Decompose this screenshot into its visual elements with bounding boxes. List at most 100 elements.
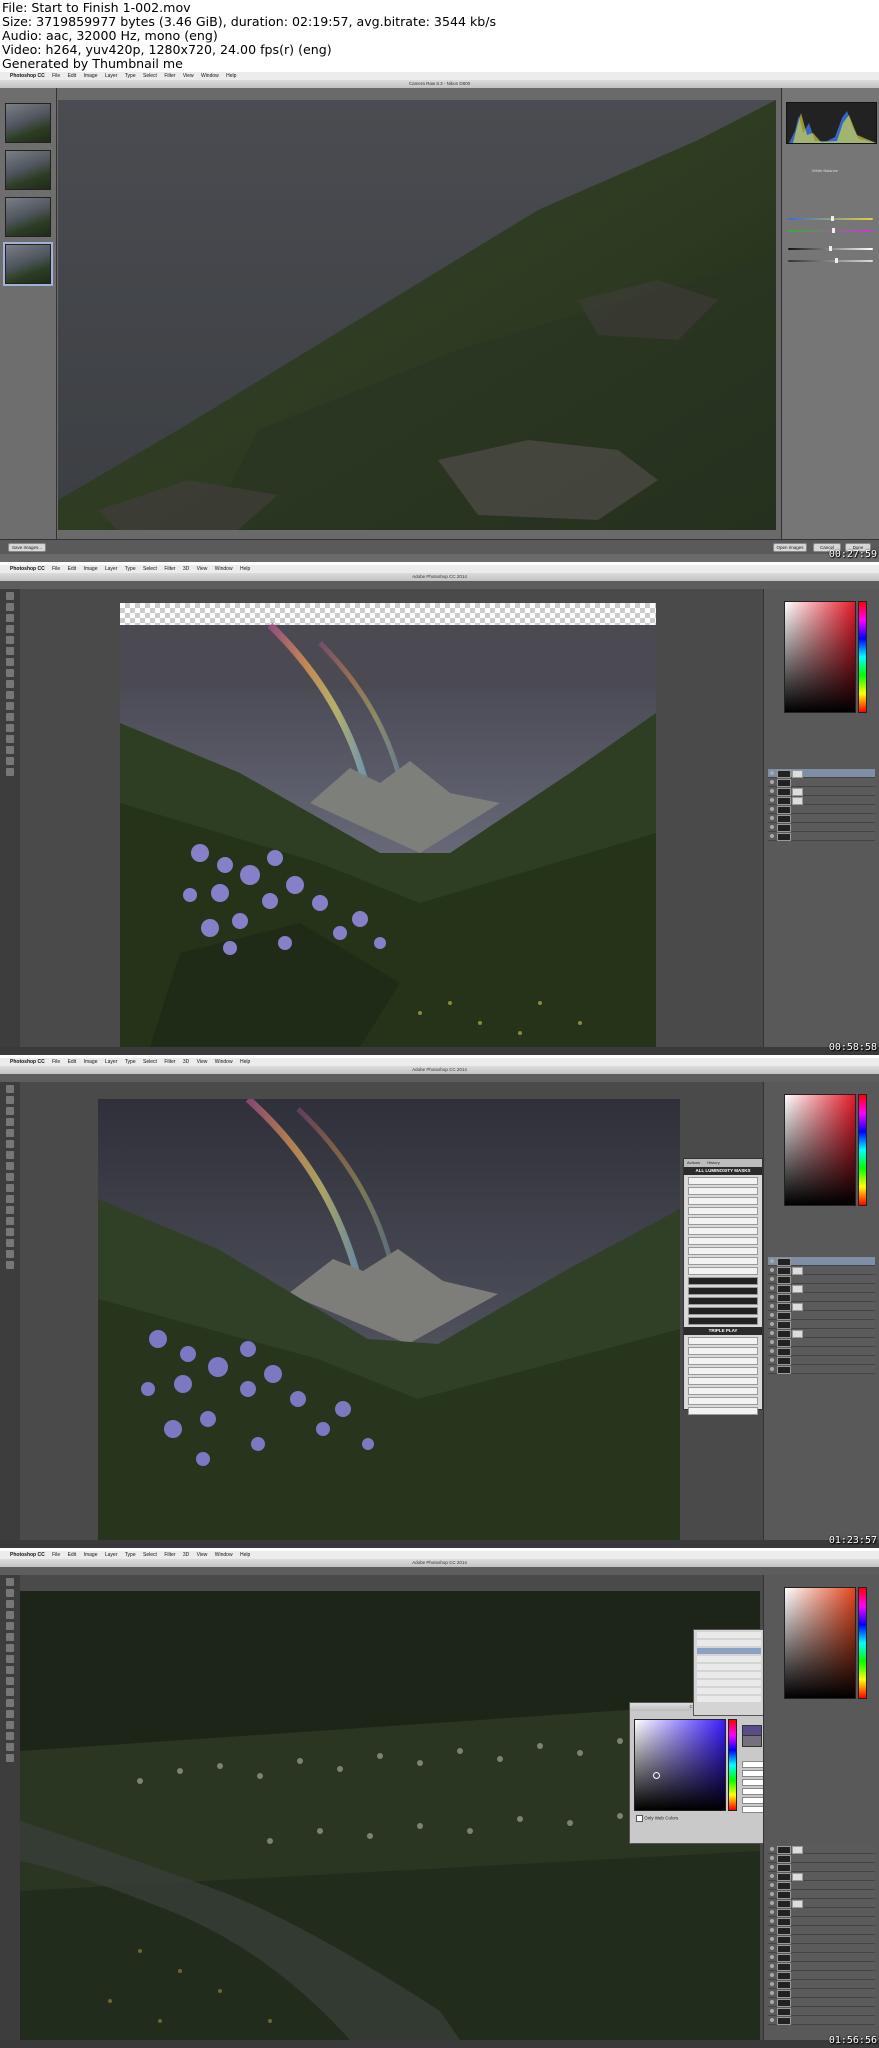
hue-slider[interactable] bbox=[858, 1094, 867, 1206]
hue-slider[interactable] bbox=[858, 1587, 867, 1699]
menu-select[interactable]: Select bbox=[143, 73, 157, 79]
menu-edit[interactable]: Edit bbox=[68, 566, 77, 572]
gradient-tool-icon[interactable] bbox=[6, 1206, 14, 1214]
crop-tool-icon[interactable] bbox=[6, 636, 14, 644]
menu-help[interactable]: Help bbox=[240, 1059, 250, 1065]
menu-file[interactable]: File bbox=[52, 1552, 60, 1558]
layer-row[interactable] bbox=[768, 1863, 875, 1872]
layer-row[interactable] bbox=[768, 1926, 875, 1935]
menu-image[interactable]: Image bbox=[84, 566, 98, 572]
menu-item[interactable] bbox=[697, 1640, 761, 1646]
menu-window[interactable]: Window bbox=[215, 1552, 233, 1558]
menu-type[interactable]: Type bbox=[125, 1552, 136, 1558]
menu-select[interactable]: Select bbox=[143, 566, 157, 572]
layer-row[interactable] bbox=[768, 2007, 875, 2016]
app-name[interactable]: Photoshop CC bbox=[10, 1059, 45, 1065]
filmstrip-thumbnail[interactable] bbox=[5, 150, 51, 190]
marquee-tool-icon[interactable] bbox=[6, 1589, 14, 1597]
action-button[interactable] bbox=[688, 1387, 758, 1395]
action-button-dark[interactable] bbox=[688, 1317, 758, 1325]
layer-row[interactable] bbox=[768, 2016, 875, 2025]
menu-image[interactable]: Image bbox=[84, 1552, 98, 1558]
color-field-cursor[interactable] bbox=[653, 1772, 660, 1779]
menu-3d[interactable]: 3D bbox=[183, 1552, 189, 1558]
layer-row[interactable] bbox=[768, 1311, 875, 1320]
stamp-tool-icon[interactable] bbox=[6, 680, 14, 688]
color-picker-field[interactable] bbox=[784, 1587, 856, 1699]
layer-row[interactable] bbox=[768, 796, 875, 805]
layer-row[interactable] bbox=[768, 1284, 875, 1293]
layer-row[interactable] bbox=[768, 1320, 875, 1329]
temperature-slider[interactable] bbox=[788, 216, 873, 221]
history-brush-icon[interactable] bbox=[6, 1184, 14, 1192]
healing-tool-icon[interactable] bbox=[6, 1644, 14, 1652]
layer-row[interactable] bbox=[768, 1989, 875, 1998]
menu-item[interactable] bbox=[697, 1656, 761, 1662]
brush-tool-icon[interactable] bbox=[6, 1162, 14, 1170]
layer-row[interactable] bbox=[768, 778, 875, 787]
menu-item[interactable] bbox=[697, 1672, 761, 1678]
tab-actions[interactable]: Actions bbox=[687, 1160, 700, 1165]
marquee-tool-icon[interactable] bbox=[6, 1096, 14, 1104]
pen-tool-icon[interactable] bbox=[6, 735, 14, 743]
healing-tool-icon[interactable] bbox=[6, 1151, 14, 1159]
action-button[interactable] bbox=[688, 1407, 758, 1415]
layer-row[interactable] bbox=[768, 1908, 875, 1917]
menu-filter[interactable]: Filter bbox=[164, 1059, 175, 1065]
action-button[interactable] bbox=[688, 1377, 758, 1385]
menu-image[interactable]: Image bbox=[84, 73, 98, 79]
zoom-tool-icon[interactable] bbox=[6, 1261, 14, 1269]
menu-window[interactable]: Window bbox=[215, 1059, 233, 1065]
layer-row[interactable] bbox=[768, 1275, 875, 1284]
action-button-dark[interactable] bbox=[688, 1287, 758, 1295]
color-picker-field[interactable] bbox=[784, 601, 856, 713]
layer-row[interactable] bbox=[768, 1329, 875, 1338]
menu-view[interactable]: View bbox=[197, 566, 208, 572]
layer-row[interactable] bbox=[768, 1890, 875, 1899]
exposure-slider[interactable] bbox=[788, 246, 873, 251]
layer-row[interactable] bbox=[768, 1962, 875, 1971]
crop-tool-icon[interactable] bbox=[6, 1622, 14, 1630]
action-button[interactable] bbox=[688, 1207, 758, 1215]
menu-help[interactable]: Help bbox=[226, 73, 236, 79]
menu-file[interactable]: File bbox=[52, 566, 60, 572]
layer-row[interactable] bbox=[768, 1881, 875, 1890]
menu-type[interactable]: Type bbox=[125, 566, 136, 572]
hand-tool-icon[interactable] bbox=[6, 1250, 14, 1258]
menu-item[interactable] bbox=[697, 1680, 761, 1686]
color-field[interactable] bbox=[634, 1719, 726, 1811]
menu-type[interactable]: Type bbox=[125, 1059, 136, 1065]
hue-slider[interactable] bbox=[728, 1719, 737, 1811]
layer-row[interactable] bbox=[768, 1356, 875, 1365]
layer-row[interactable] bbox=[768, 1338, 875, 1347]
menu-view[interactable]: View bbox=[197, 1059, 208, 1065]
dodge-tool-icon[interactable] bbox=[6, 1710, 14, 1718]
action-button-dark[interactable] bbox=[688, 1307, 758, 1315]
wand-tool-icon[interactable] bbox=[6, 1611, 14, 1619]
history-brush-icon[interactable] bbox=[6, 691, 14, 699]
layer-row[interactable] bbox=[768, 1872, 875, 1881]
layer-row[interactable] bbox=[768, 1980, 875, 1989]
app-name[interactable]: Photoshop CC bbox=[10, 1552, 45, 1558]
eraser-tool-icon[interactable] bbox=[6, 702, 14, 710]
menu-item[interactable] bbox=[697, 1696, 761, 1702]
lasso-tool-icon[interactable] bbox=[6, 1600, 14, 1608]
hand-tool-icon[interactable] bbox=[6, 1743, 14, 1751]
layer-row[interactable] bbox=[768, 1365, 875, 1374]
history-brush-icon[interactable] bbox=[6, 1677, 14, 1685]
layer-row[interactable] bbox=[768, 1854, 875, 1863]
type-tool-icon[interactable] bbox=[6, 746, 14, 754]
wand-tool-icon[interactable] bbox=[6, 1118, 14, 1126]
menu-select[interactable]: Select bbox=[143, 1552, 157, 1558]
layer-row[interactable] bbox=[768, 1845, 875, 1854]
menu-image[interactable]: Image bbox=[84, 1059, 98, 1065]
only-web-colors-checkbox[interactable]: Only Web Colors bbox=[636, 1815, 678, 1822]
open-images-button[interactable]: Open Images bbox=[773, 543, 807, 552]
filmstrip-thumbnail[interactable] bbox=[5, 103, 51, 143]
move-tool-icon[interactable] bbox=[6, 592, 14, 600]
healing-tool-icon[interactable] bbox=[6, 658, 14, 666]
layer-row[interactable] bbox=[768, 805, 875, 814]
marquee-tool-icon[interactable] bbox=[6, 603, 14, 611]
eyedropper-tool-icon[interactable] bbox=[6, 647, 14, 655]
camera-raw-preview[interactable] bbox=[58, 100, 776, 530]
